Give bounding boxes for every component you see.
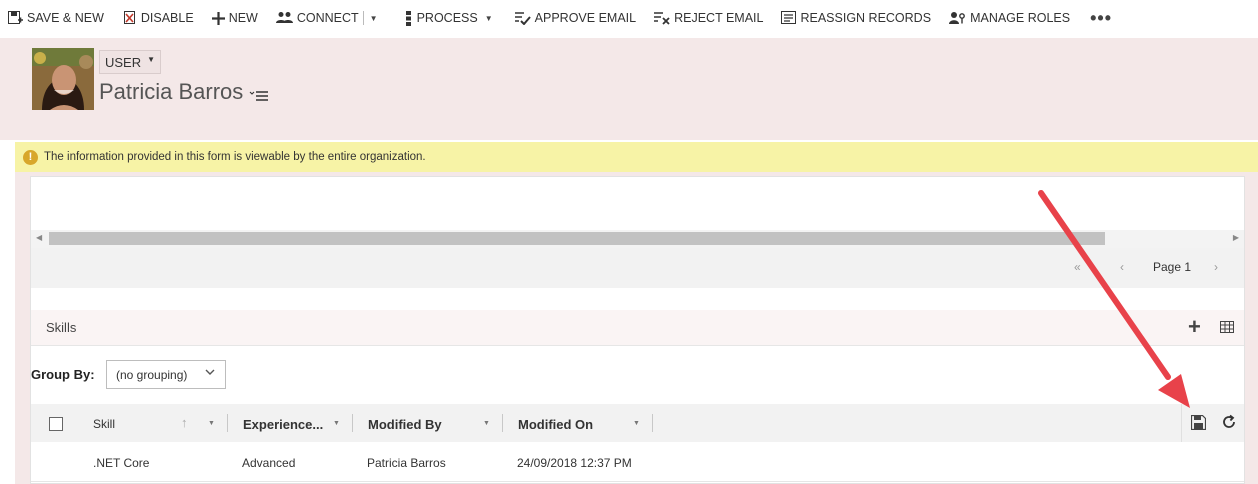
- pager: « ‹ Page 1 ›: [31, 248, 1244, 288]
- column-modified-on-chevron-down-icon[interactable]: ▼: [633, 420, 640, 427]
- approve-email-label: APPROVE EMAIL: [534, 11, 637, 25]
- add-skill-plus-icon[interactable]: +: [1188, 316, 1201, 338]
- plus-icon: [211, 11, 225, 25]
- record-header: USER ▼ Patricia Barros: [0, 38, 1258, 140]
- new-button[interactable]: NEW: [211, 0, 258, 36]
- entity-selector-button[interactable]: USER ▼: [99, 50, 162, 74]
- manage-roles-icon: [949, 11, 966, 25]
- scrollbar-thumb[interactable]: [49, 232, 1105, 245]
- reassign-records-label: REASSIGN RECORDS: [800, 11, 932, 25]
- notification-text: The information provided in this form is…: [44, 151, 426, 163]
- disable-label: DISABLE: [140, 11, 194, 25]
- cell-modified-by: Patricia Barros: [367, 456, 446, 470]
- grid-header-row: Skill ↑ ▼ Experience... ▼ Modified By ▼ …: [31, 404, 1244, 442]
- notification-bar: ! The information provided in this form …: [15, 142, 1258, 172]
- column-divider: [502, 414, 503, 432]
- column-skill-chevron-down-icon[interactable]: ▼: [208, 420, 215, 427]
- scroll-right-icon[interactable]: ▶: [1233, 233, 1239, 242]
- connect-dropdown-chevron-icon[interactable]: ▼: [362, 11, 384, 25]
- more-commands-button[interactable]: •••: [1090, 0, 1112, 36]
- page-number-label: Page 1: [1153, 260, 1192, 274]
- warning-icon: !: [23, 149, 38, 165]
- connect-button[interactable]: CONNECT: [275, 0, 359, 36]
- connect-label: CONNECT: [296, 11, 359, 25]
- new-label: NEW: [228, 11, 258, 25]
- column-divider: [352, 414, 353, 432]
- group-by-value: (no grouping): [116, 367, 188, 382]
- reject-email-button[interactable]: REJECT EMAIL: [654, 0, 763, 36]
- save-new-icon: [8, 11, 23, 25]
- cell-modified-on: 24/09/2018 12:37 PM: [517, 456, 632, 470]
- column-experience-chevron-down-icon[interactable]: ▼: [333, 420, 340, 427]
- next-page-button[interactable]: ›: [1214, 260, 1218, 274]
- cell-experience: Advanced: [242, 456, 296, 470]
- disable-icon: [123, 11, 137, 25]
- process-chevron-down-icon: ▼: [484, 13, 493, 23]
- form-selector-menu-icon[interactable]: [249, 89, 269, 103]
- approve-email-button[interactable]: APPROVE EMAIL: [514, 0, 637, 36]
- chevron-down-icon: ▼: [147, 54, 156, 64]
- avatar[interactable]: [32, 48, 94, 110]
- process-icon: [404, 10, 413, 26]
- save-new-label: SAVE & NEW: [27, 11, 104, 25]
- column-header-skill[interactable]: Skill: [93, 417, 115, 431]
- disable-button[interactable]: DISABLE: [123, 0, 194, 36]
- first-page-button[interactable]: «: [1074, 260, 1081, 274]
- process-label: PROCESS: [416, 11, 478, 25]
- reassign-records-button[interactable]: REASSIGN RECORDS: [781, 0, 931, 36]
- column-header-modified-on[interactable]: Modified On: [518, 417, 593, 432]
- previous-page-button[interactable]: ‹: [1120, 260, 1124, 274]
- scroll-left-icon[interactable]: ◀: [36, 233, 42, 242]
- page-title: Patricia Barros: [99, 79, 244, 104]
- select-all-checkbox[interactable]: [49, 417, 63, 431]
- column-divider: [227, 414, 228, 432]
- approve-email-icon: [514, 11, 531, 25]
- column-header-experience[interactable]: Experience...: [243, 417, 323, 432]
- horizontal-scrollbar[interactable]: ◀ ▶: [31, 230, 1244, 248]
- section-title: Skills: [46, 320, 77, 335]
- save-icon[interactable]: [1190, 414, 1207, 431]
- column-header-modified-by[interactable]: Modified By: [368, 417, 442, 432]
- reject-email-icon: [654, 11, 670, 25]
- group-by-select[interactable]: (no grouping): [106, 360, 226, 389]
- grid-view-icon[interactable]: [1220, 320, 1234, 333]
- connect-icon: [275, 11, 293, 25]
- manage-roles-label: MANAGE ROLES: [970, 11, 1071, 25]
- reject-email-label: REJECT EMAIL: [674, 11, 764, 25]
- process-button[interactable]: PROCESS ▼: [404, 0, 493, 36]
- chevron-down-icon: [205, 368, 215, 379]
- group-by-label: Group By:: [31, 367, 95, 382]
- save-new-button[interactable]: SAVE & NEW: [8, 0, 104, 36]
- cell-skill[interactable]: .NET Core: [93, 456, 149, 470]
- entity-label: USER: [105, 54, 142, 70]
- command-bar: SAVE & NEW DISABLE NEW CONNECT ▼ PROCESS…: [0, 0, 1258, 36]
- column-modified-by-chevron-down-icon[interactable]: ▼: [483, 420, 490, 427]
- toolbar-divider: [1181, 404, 1182, 442]
- reassign-records-icon: [781, 11, 797, 25]
- table-row[interactable]: .NET Core Advanced Patricia Barros 24/09…: [31, 442, 1244, 482]
- skills-section-header: Skills +: [31, 310, 1244, 346]
- manage-roles-button[interactable]: MANAGE ROLES: [949, 0, 1070, 36]
- column-divider: [652, 414, 653, 432]
- refresh-icon[interactable]: [1220, 413, 1238, 431]
- sort-ascending-icon[interactable]: ↑: [181, 415, 188, 430]
